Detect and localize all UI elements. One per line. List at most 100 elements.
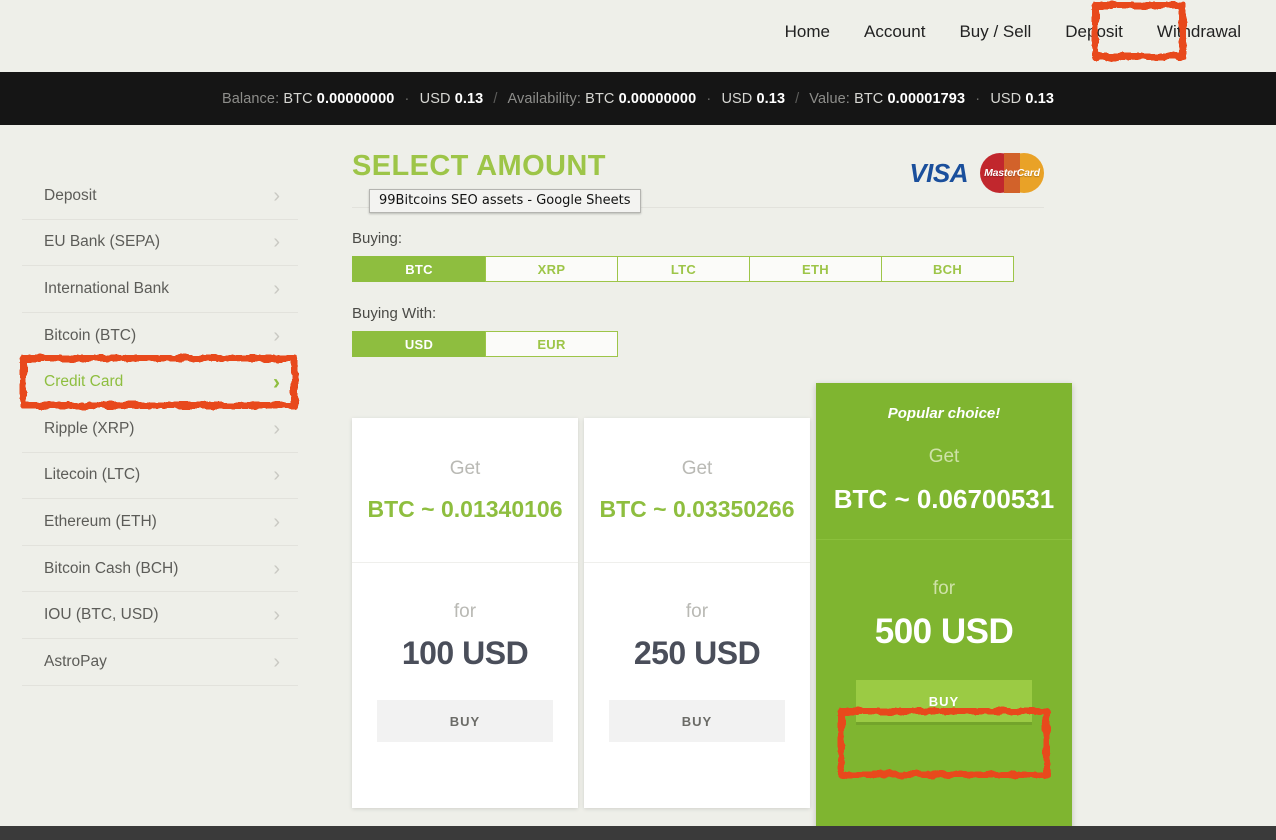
get-label: Get (449, 457, 481, 479)
value-label: Value: (809, 90, 850, 107)
buying-tab-xrp[interactable]: XRP (485, 256, 618, 282)
balance-bar: Balance: BTC 0.00000000 · USD 0.13 / Ava… (0, 72, 1276, 125)
sidebar-item-deposit[interactable]: Deposit › (22, 173, 298, 220)
value-btc-currency: BTC (854, 90, 884, 107)
buying-with-tab-eur[interactable]: EUR (485, 331, 618, 357)
buy-button-250[interactable]: BUY (609, 700, 785, 742)
amount-card-250[interactable]: Get BTC ~ 0.03350266 for 250 USD BUY (584, 418, 810, 808)
get-label: Get (681, 457, 713, 479)
for-label: for (453, 601, 477, 622)
chevron-right-icon: › (273, 277, 280, 300)
select-amount-panel: SELECT AMOUNT VISA MasterCard Buying: BT… (352, 149, 1044, 357)
visa-logo-icon: VISA (909, 157, 968, 188)
buying-tab-ltc[interactable]: LTC (617, 256, 750, 282)
buying-with-field: Buying With: USD EUR (352, 305, 1044, 357)
sidebar-item-label: Credit Card (44, 373, 124, 391)
sidebar-item-bitcoin-btc[interactable]: Bitcoin (BTC) › (22, 313, 298, 360)
value-usd-value: 0.13 (1025, 90, 1055, 107)
sidebar-item-ripple-xrp[interactable]: Ripple (XRP) › (22, 406, 298, 453)
crypto-amount: BTC ~ 0.01340106 (367, 495, 563, 522)
chevron-right-icon: › (273, 650, 280, 673)
buying-with-currency-tabs: USD EUR (352, 331, 1044, 357)
availability-btc-currency: BTC (585, 90, 615, 107)
sidebar-item-eu-bank-sepa[interactable]: EU Bank (SEPA) › (22, 220, 298, 267)
amount-card-100[interactable]: Get BTC ~ 0.01340106 for 100 USD BUY (352, 418, 578, 808)
value-btc-value: 0.00001793 (887, 90, 966, 107)
buying-with-tab-usd[interactable]: USD (352, 331, 486, 357)
crypto-amount: BTC ~ 0.03350266 (599, 495, 795, 522)
popular-choice-badge: Popular choice! (887, 405, 1001, 422)
chevron-right-icon: › (273, 557, 280, 580)
value-segment: Value: BTC 0.00001793 · USD 0.13 (809, 91, 1054, 107)
sidebar-item-label: IOU (BTC, USD) (44, 606, 159, 624)
fiat-price: 250 USD (633, 635, 761, 671)
sidebar-item-international-bank[interactable]: International Bank › (22, 266, 298, 313)
for-label: for (932, 578, 956, 599)
sidebar-item-litecoin-ltc[interactable]: Litecoin (LTC) › (22, 453, 298, 500)
availability-usd-currency: USD (721, 90, 753, 107)
balance-usd-currency: USD (419, 90, 451, 107)
sidebar-item-label: AstroPay (44, 652, 107, 670)
amount-card-price-section: for 500 USD BUY (816, 540, 1072, 785)
buying-tab-bch[interactable]: BCH (881, 256, 1014, 282)
sidebar-item-label: Bitcoin (BTC) (44, 326, 137, 344)
sidebar-item-label: EU Bank (SEPA) (44, 233, 161, 251)
balance-label: Balance: (221, 90, 280, 107)
nav-item-home[interactable]: Home (768, 21, 847, 43)
nav-item-account[interactable]: Account (847, 21, 942, 43)
balance-usd-value: 0.13 (454, 90, 484, 107)
nav-item-buy-sell[interactable]: Buy / Sell (942, 21, 1048, 43)
amount-card-get-section: Get BTC ~ 0.03350266 (584, 418, 810, 563)
balance-dot-2: · (706, 90, 712, 107)
nav-links: Home Account Buy / Sell Deposit Withdraw… (768, 21, 1258, 43)
chevron-right-icon: › (273, 324, 280, 347)
availability-segment: Availability: BTC 0.00000000 · USD 0.13 (507, 91, 785, 107)
sidebar-item-iou-btc-usd[interactable]: IOU (BTC, USD) › (22, 592, 298, 639)
top-navigation-bar: Home Account Buy / Sell Deposit Withdraw… (0, 0, 1276, 72)
buy-button-500[interactable]: BUY (856, 680, 1032, 722)
buy-button-100[interactable]: BUY (377, 700, 553, 742)
fiat-price: 500 USD (874, 612, 1014, 651)
sidebar-item-ethereum-eth[interactable]: Ethereum (ETH) › (22, 499, 298, 546)
amount-card-get-section: Get BTC ~ 0.06700531 (816, 422, 1072, 540)
buying-with-label: Buying With: (352, 305, 437, 322)
sidebar-item-label: Ripple (XRP) (44, 419, 135, 437)
for-label: for (685, 601, 709, 622)
balance-btc-currency: BTC (283, 90, 313, 107)
sidebar-item-label: Bitcoin Cash (BCH) (44, 559, 179, 577)
balance-separator-2: / (795, 90, 800, 107)
get-label: Get (928, 446, 960, 467)
buying-label: Buying: (352, 230, 403, 247)
availability-label: Availability: (507, 90, 582, 107)
crypto-amount: BTC ~ 0.06700531 (833, 484, 1055, 514)
chevron-right-icon: › (273, 370, 280, 394)
accepted-cards-logos: VISA MasterCard (909, 153, 1044, 193)
chevron-right-icon: › (273, 184, 280, 207)
buying-currency-tabs: BTC XRP LTC ETH BCH (352, 256, 1044, 282)
browser-tab-tooltip: 99Bitcoins SEO assets - Google Sheets (369, 189, 641, 213)
chevron-right-icon: › (273, 417, 280, 440)
buying-tab-eth[interactable]: ETH (749, 256, 882, 282)
buying-tab-btc[interactable]: BTC (352, 256, 486, 282)
nav-item-deposit[interactable]: Deposit (1048, 21, 1140, 43)
fiat-price: 100 USD (401, 635, 529, 671)
chevron-right-icon: › (273, 231, 280, 254)
balance-btc-value: 0.00000000 (316, 90, 395, 107)
sidebar-item-astropay[interactable]: AstroPay › (22, 639, 298, 686)
bottom-bar (0, 826, 1276, 840)
sidebar-item-credit-card[interactable]: Credit Card › (22, 359, 298, 406)
sidebar-item-bitcoin-cash-bch[interactable]: Bitcoin Cash (BCH) › (22, 546, 298, 593)
amount-card-get-section: Get BTC ~ 0.01340106 (352, 418, 578, 563)
balance-dot-1: · (404, 90, 410, 107)
chevron-right-icon: › (273, 604, 280, 627)
availability-btc-value: 0.00000000 (618, 90, 697, 107)
sidebar-item-label: International Bank (44, 279, 169, 297)
balance-segment: Balance: BTC 0.00000000 · USD 0.13 (222, 91, 483, 107)
page-root: Home Account Buy / Sell Deposit Withdraw… (0, 0, 1276, 840)
sidebar-item-label: Deposit (44, 186, 97, 204)
balance-separator-1: / (493, 90, 498, 107)
nav-item-withdrawal[interactable]: Withdrawal (1140, 21, 1258, 43)
amount-card-price-section: for 250 USD BUY (584, 563, 810, 808)
mastercard-logo-icon: MasterCard (980, 153, 1044, 193)
amount-card-500-popular[interactable]: Popular choice! Get BTC ~ 0.06700531 for… (816, 383, 1072, 835)
